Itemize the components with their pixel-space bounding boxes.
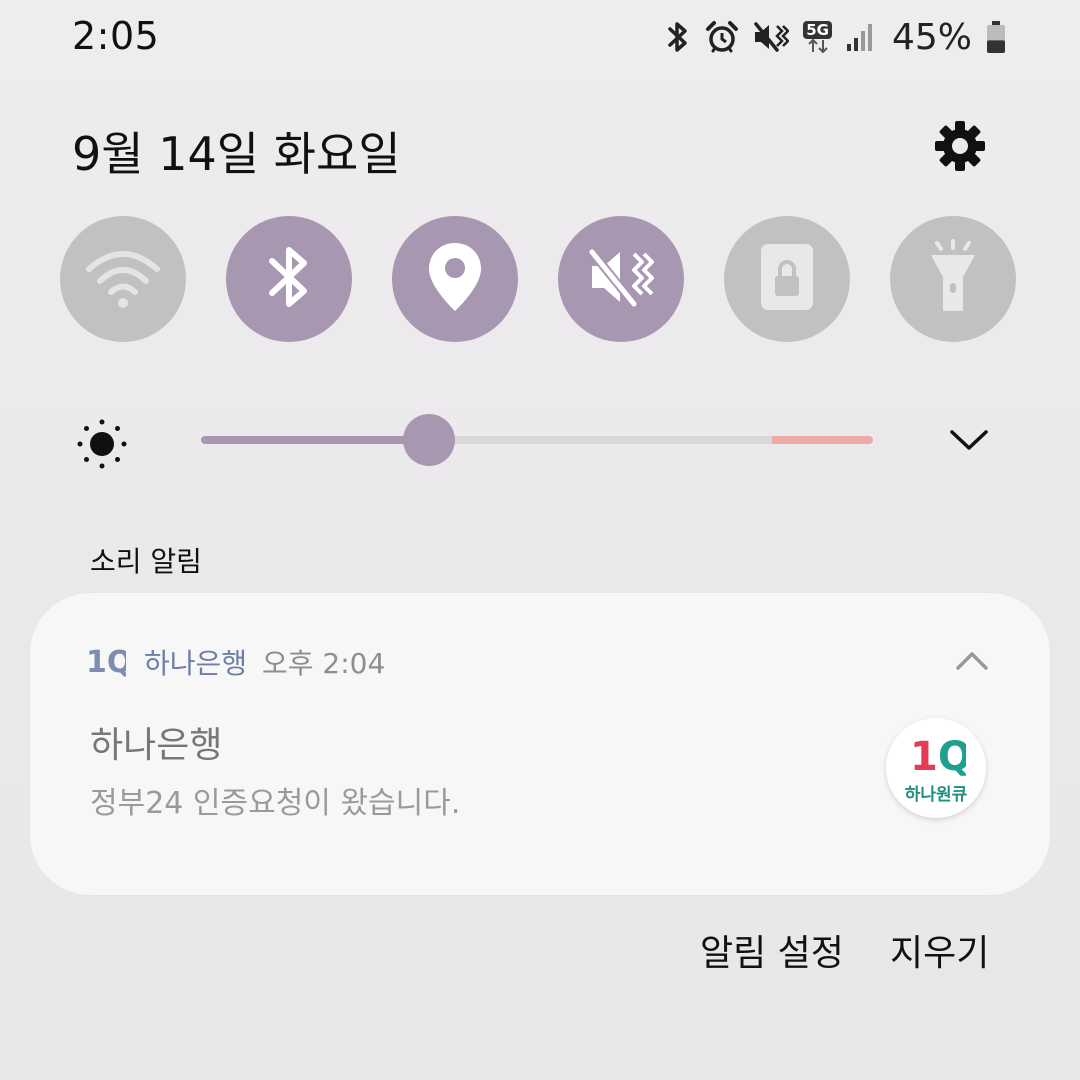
gear-icon[interactable] <box>932 118 988 174</box>
app-logo-text: 1Q <box>86 645 126 680</box>
battery-icon <box>986 20 1006 54</box>
bluetooth-toggle[interactable] <box>226 216 352 342</box>
hana-one-q-icon: 1Q 하나원큐 <box>886 718 986 818</box>
status-time: 2:05 <box>72 14 160 58</box>
notification-app-name: 하나은행 <box>144 647 248 680</box>
clear-notifications-button[interactable]: 지우기 <box>890 924 989 976</box>
5g-icon: 5G <box>803 21 832 53</box>
large-icon-text: 1Q <box>910 734 966 778</box>
battery-percent: 45% <box>891 16 972 58</box>
location-pin-icon <box>427 241 483 317</box>
flashlight-icon <box>925 239 981 319</box>
network-badge: 5G <box>803 21 832 39</box>
alarm-icon <box>705 20 739 54</box>
brightness-slider-thumb[interactable] <box>403 414 455 466</box>
vibrate-icon <box>587 246 654 312</box>
wifi-toggle[interactable] <box>60 216 186 342</box>
notification-section-label: 소리 알림 <box>90 545 202 578</box>
brightness-high-zone <box>772 436 873 444</box>
status-icons: 5G 45% <box>665 14 1006 60</box>
bluetooth-icon <box>262 244 316 314</box>
brightness-icon <box>76 418 128 470</box>
location-toggle[interactable] <box>392 216 518 342</box>
notification-body: 정부24 인증요청이 왔습니다. <box>90 786 461 821</box>
wifi-icon <box>83 245 163 313</box>
chevron-up-icon[interactable] <box>950 644 994 676</box>
bluetooth-icon <box>665 20 691 54</box>
large-icon-label: 하나원큐 <box>904 784 968 805</box>
brightness-fill <box>201 436 429 444</box>
notification-settings-button[interactable]: 알림 설정 <box>700 924 844 976</box>
flashlight-toggle[interactable] <box>890 216 1016 342</box>
screen-lock-toggle[interactable] <box>724 216 850 342</box>
app-logo-icon: 1Q <box>86 640 132 680</box>
date-label: 9월 14일 화요일 <box>72 127 401 181</box>
vibrate-toggle[interactable] <box>558 216 684 342</box>
screen-lock-icon <box>759 242 815 316</box>
signal-icon <box>846 22 874 52</box>
notification-time: 오후 2:04 <box>262 647 386 680</box>
notification-title: 하나은행 <box>90 725 223 766</box>
chevron-down-icon[interactable] <box>944 420 994 460</box>
vibrate-icon <box>753 20 790 54</box>
